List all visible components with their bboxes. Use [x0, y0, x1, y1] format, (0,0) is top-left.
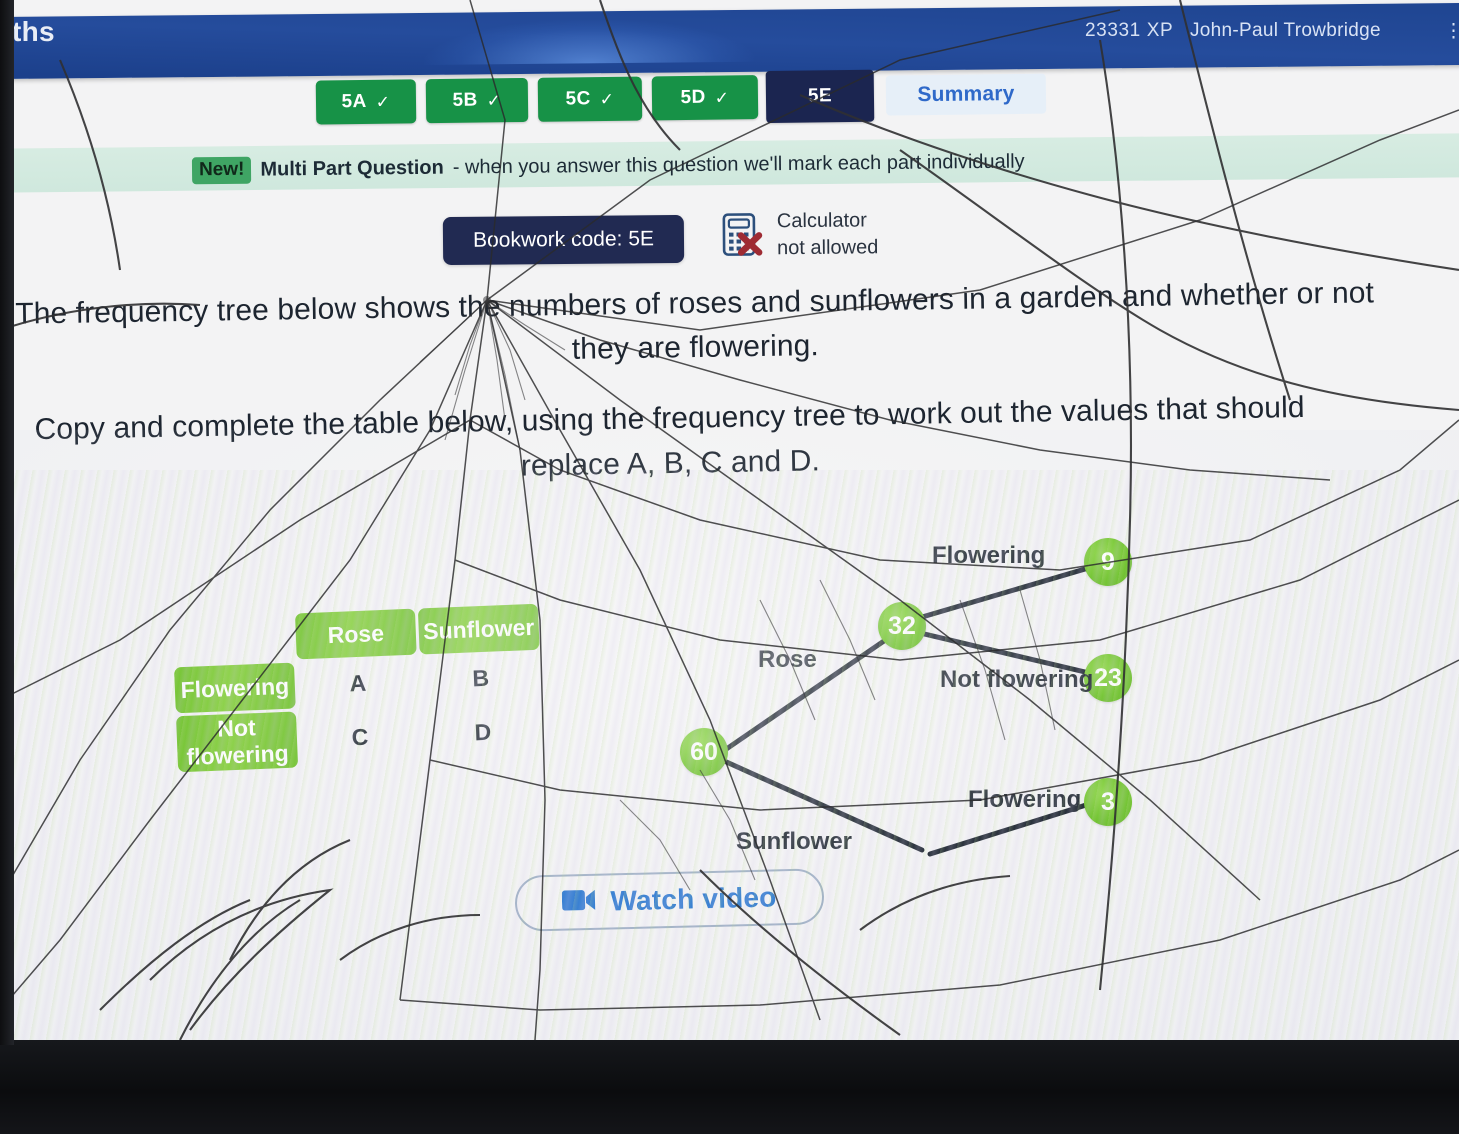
video-camera-icon: [562, 887, 597, 917]
branch-label-sunflower-flowering: Flowering: [968, 786, 1082, 813]
cell-flowering-sunflower: B: [471, 664, 490, 691]
user-name[interactable]: John-Paul Trowbridge: [1190, 20, 1381, 42]
new-badge: New!: [191, 156, 252, 185]
device-bezel-left: [0, 0, 14, 1045]
lesson-tab-strip: 5A ✓ 5B ✓ 5C ✓ 5D ✓ 5E Summary: [315, 69, 1057, 128]
question-paragraph-1: The frequency tree below shows the numbe…: [15, 276, 1375, 367]
tab-5d-label: 5D: [680, 86, 706, 109]
cell-not-flowering-rose: C: [351, 723, 369, 750]
calculator-status: Calculator not allowed: [722, 207, 879, 262]
more-vertical-icon[interactable]: ⋮: [1444, 20, 1459, 43]
tree-node-rose-flowering: 9: [1084, 538, 1132, 586]
watch-video-button[interactable]: Watch video: [514, 868, 825, 932]
calculator-not-allowed-icon: [722, 211, 764, 259]
bookwork-code-badge: Bookwork code: 5E: [442, 214, 685, 266]
check-icon: ✓: [714, 87, 730, 108]
android-navigation-bar: ||| ⟨: [0, 958, 1459, 1038]
tab-5a[interactable]: 5A ✓: [315, 79, 417, 125]
tab-5c-label: 5C: [565, 88, 591, 110]
tree-node-sunflower-flowering: 3: [1084, 778, 1132, 826]
banner-title: Multi Part Question: [260, 156, 444, 181]
banner-description: - when you answer this question we'll ma…: [452, 150, 1025, 179]
check-icon: ✓: [375, 92, 391, 112]
calculator-status-text: Calculator not allowed: [777, 207, 879, 262]
tab-5b[interactable]: 5B ✓: [425, 77, 529, 124]
branch-label-rose-flowering: Flowering: [932, 542, 1046, 569]
tab-5e-label: 5E: [807, 85, 833, 107]
question-paragraph-2: Copy and complete the table below, using…: [34, 390, 1305, 483]
row-header-flowering: Flowering: [174, 662, 296, 714]
branch-label-rose-not-flowering: Not flowering: [940, 666, 1094, 693]
screen-glare: [423, 17, 755, 65]
tab-5d[interactable]: 5D ✓: [651, 75, 759, 121]
column-header-rose: Rose: [294, 608, 417, 660]
calculator-line-1: Calculator: [776, 209, 868, 233]
tree-node-total: 60: [680, 728, 728, 776]
check-icon: ✓: [486, 90, 502, 110]
answer-table: Rose Sunflower Flowering A B Not floweri…: [169, 601, 547, 776]
xp-counter: 23331 XP: [1085, 20, 1174, 41]
tab-5c[interactable]: 5C ✓: [537, 76, 643, 122]
table-row: Not flowering C D: [175, 702, 544, 773]
cell-not-flowering-sunflower: D: [474, 718, 492, 745]
tab-summary[interactable]: Summary: [885, 73, 1047, 116]
row-header-not-flowering: Not flowering: [175, 711, 299, 773]
check-icon: ✓: [599, 89, 615, 109]
watch-video-label: Watch video: [610, 881, 777, 917]
cell-flowering-rose: A: [348, 669, 367, 696]
app-viewport: ths 23331 XP John-Paul Trowbridge ⋮ 5A ✓…: [0, 0, 1459, 1040]
branch-label-sunflower: Sunflower: [736, 828, 853, 855]
tab-5a-label: 5A: [341, 90, 367, 113]
table-corner-cell: [172, 614, 294, 665]
column-header-sunflower: Sunflower: [417, 603, 540, 655]
tab-5e[interactable]: 5E: [765, 69, 875, 124]
frequency-tree-diagram: 60 32 9 23 3 Rose Sunflower Flowering No…: [650, 520, 1210, 880]
tree-node-rose: 32: [878, 602, 926, 650]
screenshot-root: ths 23331 XP John-Paul Trowbridge ⋮ 5A ✓…: [0, 0, 1459, 1134]
tab-5b-label: 5B: [452, 89, 478, 111]
branch-label-rose: Rose: [758, 646, 817, 673]
device-bezel-bottom: [0, 1040, 1459, 1134]
calculator-line-2: not allowed: [777, 236, 879, 260]
app-logo[interactable]: ths: [12, 16, 55, 48]
